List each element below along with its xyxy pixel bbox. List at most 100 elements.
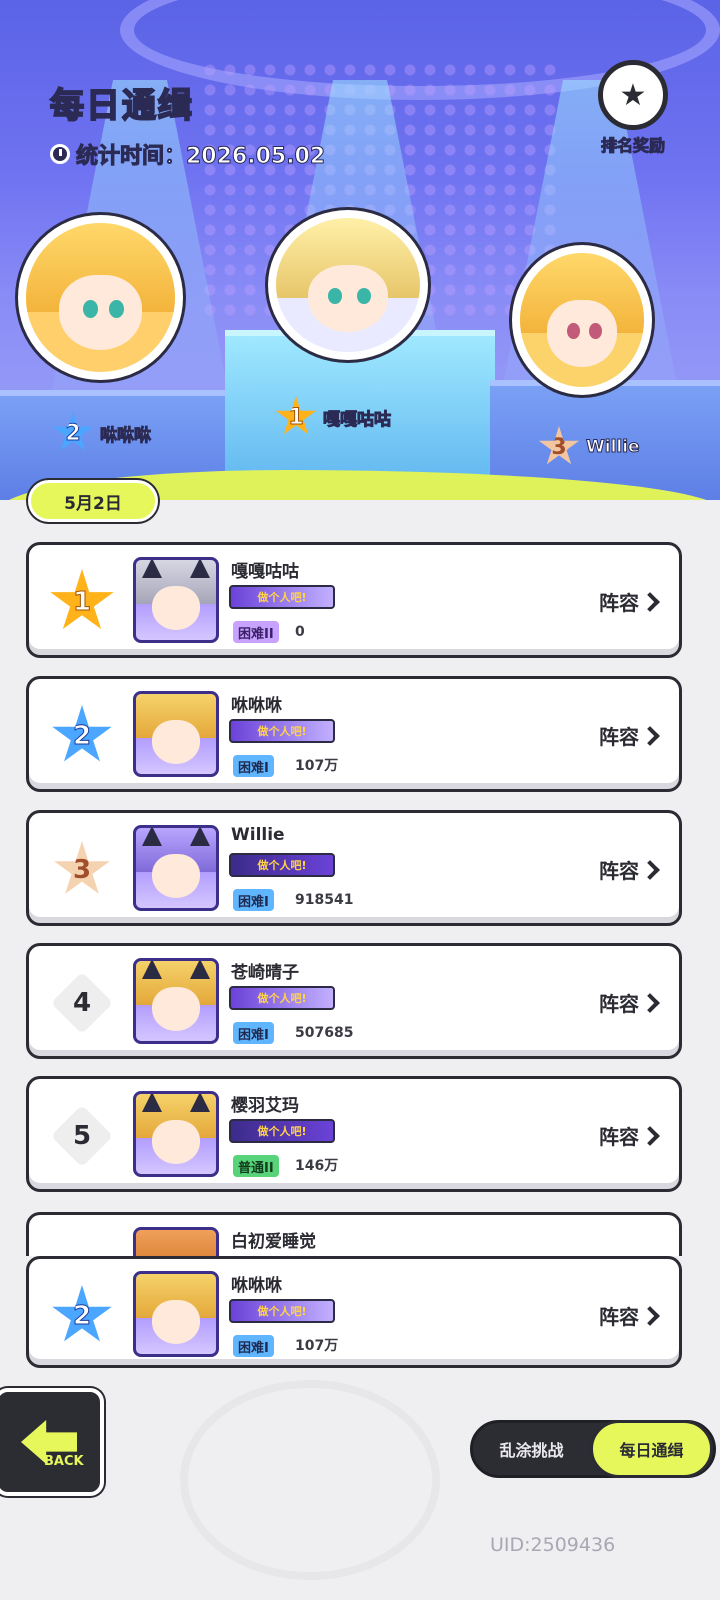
avatar[interactable]	[133, 1271, 219, 1357]
rank-badge: 5	[50, 1104, 114, 1168]
podium-stage: 每日通缉 统计时间：2026.05.02 ★ 排名奖励 2 咻咻咻 1 嘎嘎咕咕…	[0, 0, 720, 500]
chevron-right-icon	[640, 1125, 660, 1146]
rank-badge: 4	[50, 971, 114, 1035]
lineup-button[interactable]: 阵容	[599, 587, 660, 616]
lineup-label: 阵容	[599, 591, 639, 615]
title-banner: 做个人吧!	[229, 585, 335, 609]
chevron-right-icon	[640, 992, 660, 1013]
user-id: UID:2509436	[490, 1534, 616, 1556]
clock-icon	[50, 144, 70, 164]
podium-name-second: 2 咻咻咻	[52, 412, 152, 454]
avatar[interactable]	[133, 557, 219, 643]
title-banner: 做个人吧!	[229, 1119, 335, 1143]
chevron-right-icon	[640, 1305, 660, 1326]
lineup-label: 阵容	[599, 1305, 639, 1329]
lineup-label: 阵容	[599, 859, 639, 883]
second-place-name: 咻咻咻	[100, 425, 152, 446]
chevron-right-icon	[640, 725, 660, 746]
difficulty-badge: 困难I	[233, 1022, 274, 1044]
player-name: 樱羽艾玛	[231, 1096, 299, 1116]
score: 146万	[295, 1158, 339, 1174]
lineup-button[interactable]: 阵容	[599, 1301, 660, 1330]
rank-badge: 1	[50, 569, 114, 630]
rank-number: 4	[72, 988, 92, 1018]
avatar[interactable]	[133, 958, 219, 1044]
ranking-row[interactable]: 4 苍崎晴子 做个人吧! 困难I 507685 阵容	[26, 943, 682, 1059]
first-place-name: 嘎嘎咕咕	[323, 409, 392, 430]
player-name: 嘎嘎咕咕	[231, 562, 299, 582]
lineup-button[interactable]: 阵容	[599, 988, 660, 1017]
player-name: 咻咻咻	[231, 1276, 282, 1296]
rank-cell: 2	[49, 705, 115, 767]
rank-cell: 5	[49, 1104, 115, 1168]
back-button[interactable]: BACK	[0, 1388, 104, 1496]
ranking-row[interactable]: 3 Willie 做个人吧! 困难I 918541 阵容	[26, 810, 682, 926]
ranking-row[interactable]: 白初爱睡觉	[26, 1212, 682, 1256]
back-label: BACK	[44, 1454, 84, 1469]
player-name: 白初爱睡觉	[231, 1232, 316, 1252]
lineup-label: 阵容	[599, 992, 639, 1016]
stat-time: 统计时间：2026.05.02	[50, 138, 326, 170]
score: 107万	[295, 1338, 339, 1354]
rank-badge: 2	[52, 705, 112, 762]
chevron-right-icon	[640, 591, 660, 612]
ranking-row[interactable]: 2 咻咻咻 做个人吧! 困难I 107万 阵容	[26, 676, 682, 792]
difficulty-badge: 困难I	[233, 1335, 274, 1357]
difficulty-badge: 普通II	[233, 1155, 279, 1177]
rank-cell: 4	[49, 971, 115, 1035]
rank-cell: 1	[49, 569, 115, 633]
rank-3-badge: 3	[538, 426, 580, 465]
tab-daily-wanted[interactable]: 每日通缉	[590, 1420, 713, 1478]
first-place-character[interactable]	[268, 210, 428, 360]
player-name: 咻咻咻	[231, 696, 282, 716]
my-ranking-row[interactable]: 2 咻咻咻 做个人吧! 困难I 107万 阵容	[26, 1256, 682, 1368]
lineup-label: 阵容	[599, 725, 639, 749]
title-banner: 做个人吧!	[229, 1299, 335, 1323]
rank-badge: 3	[54, 841, 110, 894]
rank-2-badge: 2	[52, 412, 94, 451]
ranking-row[interactable]: 5 樱羽艾玛 做个人吧! 普通II 146万 阵容	[26, 1076, 682, 1192]
score: 918541	[295, 892, 354, 908]
tab-doodle-challenge[interactable]: 乱涂挑战	[473, 1437, 590, 1461]
difficulty-badge: 困难I	[233, 755, 274, 777]
title-banner: 做个人吧!	[229, 853, 335, 877]
difficulty-badge: 困难II	[233, 621, 279, 643]
stat-time-text: 统计时间：2026.05.02	[75, 144, 326, 170]
rank-number: 5	[72, 1121, 92, 1151]
background-doodle	[180, 1380, 440, 1580]
avatar[interactable]	[133, 691, 219, 777]
rank-reward-button[interactable]: ★ 排名奖励	[588, 60, 678, 160]
ranking-row[interactable]: 1 嘎嘎咕咕 做个人吧! 困难II 0 阵容	[26, 542, 682, 658]
score: 107万	[295, 758, 339, 774]
third-place-character[interactable]	[512, 245, 652, 395]
ranking-row-partial: 白初爱睡觉	[26, 1212, 682, 1256]
avatar[interactable]	[133, 825, 219, 911]
lineup-button[interactable]: 阵容	[599, 721, 660, 750]
lineup-button[interactable]: 阵容	[599, 1121, 660, 1150]
avatar[interactable]	[133, 1227, 219, 1256]
date-tab[interactable]: 5月2日	[28, 480, 158, 522]
second-place-character[interactable]	[18, 215, 183, 380]
podium-name-first: 1 嘎嘎咕咕	[275, 396, 392, 438]
avatar[interactable]	[133, 1091, 219, 1177]
third-place-name: Willie	[586, 437, 641, 458]
rank-cell: 3	[49, 839, 115, 901]
difficulty-badge: 困难I	[233, 889, 274, 911]
rank-cell: 2	[49, 1285, 115, 1347]
lineup-label: 阵容	[599, 1125, 639, 1149]
mode-toggle: 乱涂挑战 每日通缉	[470, 1420, 716, 1478]
rank-1-badge: 1	[275, 396, 317, 435]
player-name: Willie	[231, 825, 285, 845]
ranking-row[interactable]: 2 咻咻咻 做个人吧! 困难I 107万 阵容	[26, 1256, 682, 1368]
score: 0	[295, 624, 305, 640]
chevron-right-icon	[640, 859, 660, 880]
title-banner: 做个人吧!	[229, 986, 335, 1010]
podium-name-third: 3 Willie	[538, 426, 640, 468]
title-banner: 做个人吧!	[229, 719, 335, 743]
rank-reward-label: 排名奖励	[600, 136, 665, 156]
lineup-button[interactable]: 阵容	[599, 855, 660, 884]
trophy-box-icon: ★	[598, 60, 668, 130]
rank-badge: 2	[52, 1285, 112, 1342]
page-title: 每日通缉	[49, 85, 194, 127]
player-name: 苍崎晴子	[231, 963, 299, 983]
